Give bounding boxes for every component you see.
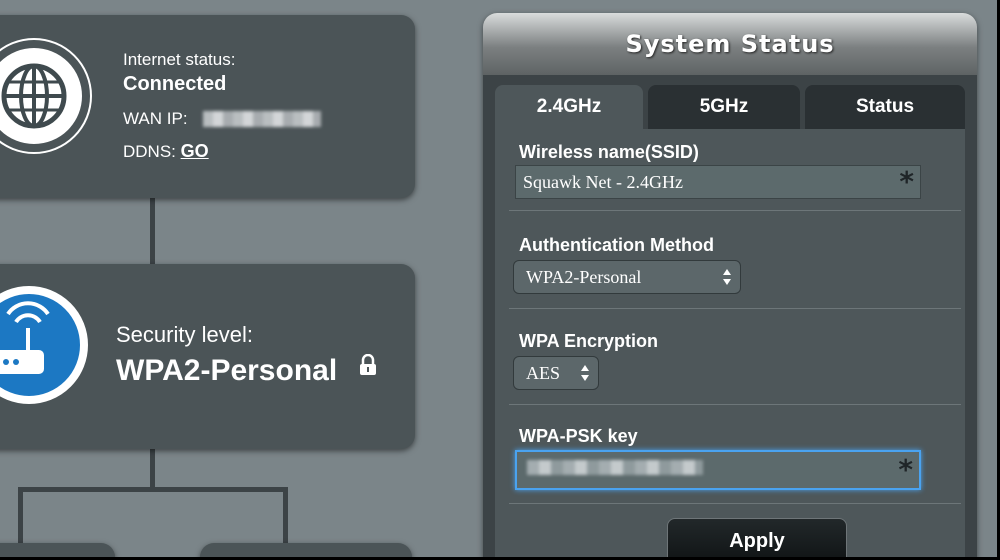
ssid-value: Squawk Net - 2.4GHz [523,172,683,192]
wpa-encryption-label: WPA Encryption [519,331,658,351]
divider [509,210,961,211]
select-arrows-icon [581,365,589,381]
client-card-partial[interactable] [0,543,115,557]
wan-ip-value-redacted [203,111,321,127]
wan-ip-label: WAN IP: [123,109,188,128]
band-tabs: 2.4GHz 5GHz Status [495,75,965,129]
psk-key-input[interactable]: * [515,450,921,490]
psk-required-mark: * [898,453,913,486]
connector-line [18,487,288,492]
lock-icon [358,353,378,376]
apply-button[interactable]: Apply [667,518,847,557]
divider [509,308,961,309]
ssid-required-mark: * [899,165,914,198]
ssid-input[interactable]: Squawk Net - 2.4GHz * [515,165,921,199]
ddns-go-link[interactable]: GO [181,141,209,161]
usb-card-partial[interactable] [200,543,412,557]
tab-content-2-4ghz: Wireless name(SSID) Squawk Net - 2.4GHz … [495,129,965,557]
wpa-encryption-value: AES [526,363,561,383]
globe-icon[interactable] [0,40,90,152]
divider [509,503,961,504]
auth-method-label: Authentication Method [519,235,714,255]
divider [509,404,961,405]
wpa-encryption-select[interactable]: AES [513,356,599,390]
psk-key-label: WPA-PSK key [519,426,638,446]
router-icon[interactable] [0,286,88,404]
connector-line [150,445,155,490]
system-status-title: System Status [625,30,835,58]
ddns-label: DDNS: [123,142,176,161]
internet-status-value: Connected [123,73,227,95]
internet-status-card[interactable]: Internet status: Connected WAN IP: DDNS:… [0,15,415,198]
psk-key-value-redacted [527,460,703,475]
security-level-card[interactable]: Security level: WPA2-Personal [0,264,415,449]
internet-status-label: Internet status: [123,50,236,69]
ssid-label: Wireless name(SSID) [519,142,699,162]
router-admin-screen: Internet status: Connected WAN IP: DDNS:… [0,0,1000,560]
ddns-row: DDNS: GO [123,141,209,162]
connector-line [150,195,155,270]
auth-method-value: WPA2-Personal [526,267,642,287]
auth-method-select[interactable]: WPA2-Personal [513,260,741,294]
system-status-panel: System Status 2.4GHz 5GHz Status Wireles… [483,13,977,557]
system-status-header: System Status [483,13,977,75]
tab-5ghz[interactable]: 5GHz [648,85,800,129]
security-level-label: Security level: [116,322,253,347]
tab-2-4ghz[interactable]: 2.4GHz [495,85,643,129]
select-arrows-icon [723,269,731,285]
tab-status[interactable]: Status [805,85,965,129]
security-level-value: WPA2-Personal [116,354,338,387]
